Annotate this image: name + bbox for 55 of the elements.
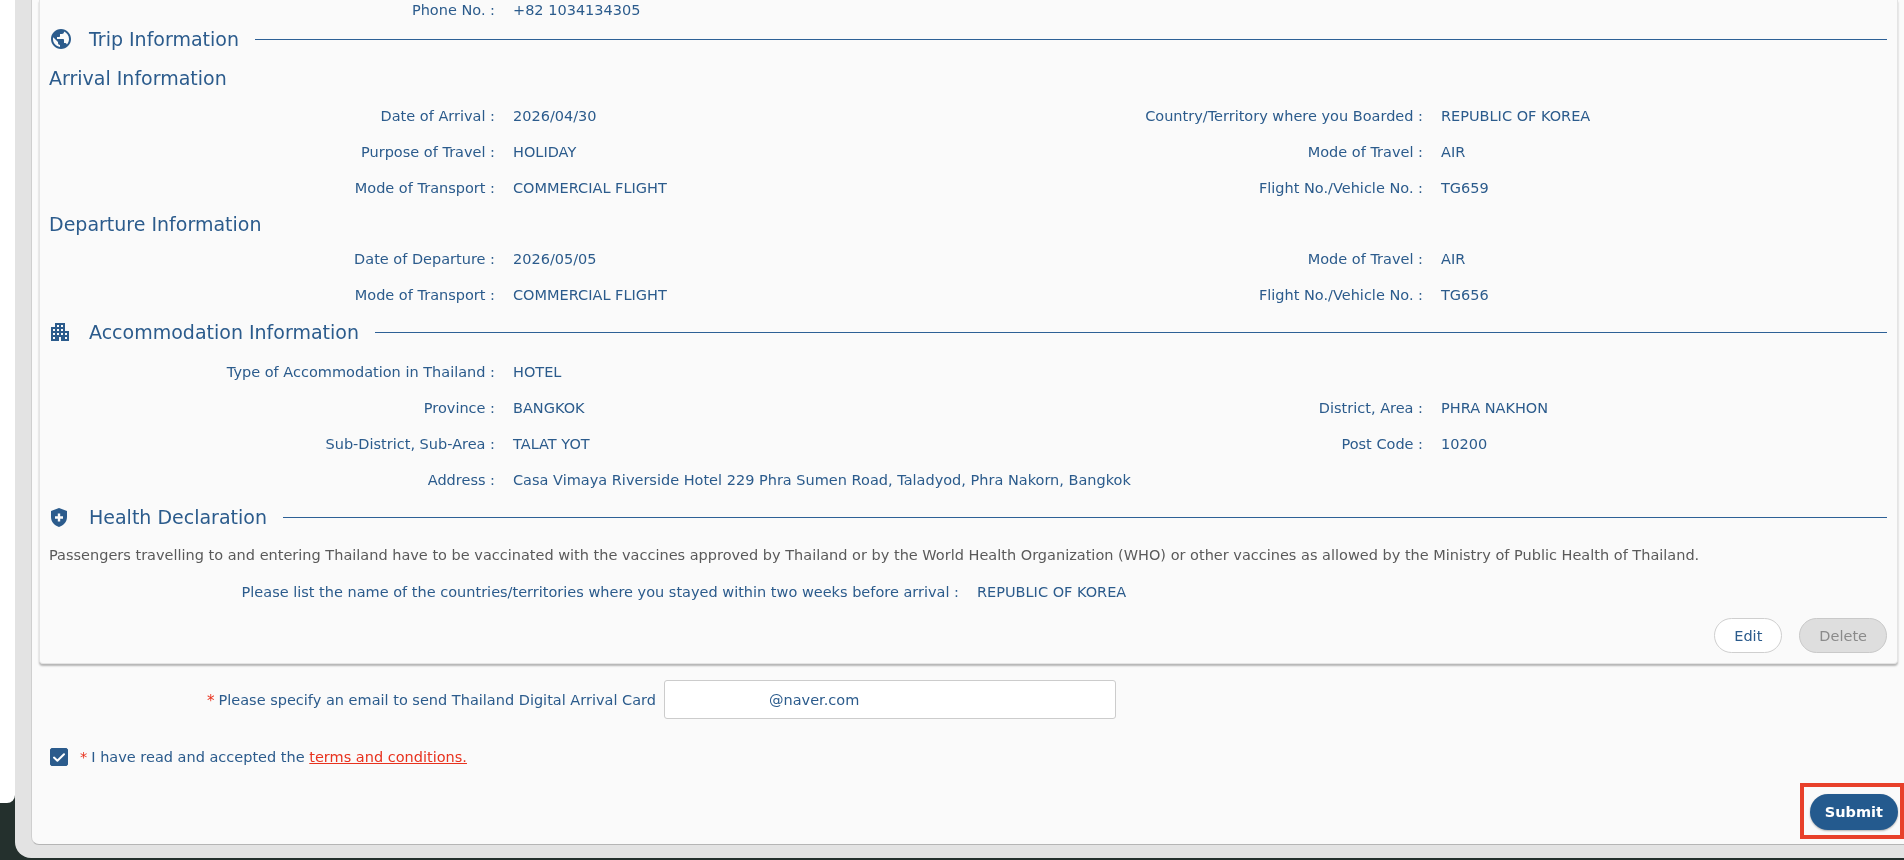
field-label: Province :: [423, 400, 495, 416]
field-value: TG659: [1441, 180, 1489, 196]
field-value: AIR: [1441, 144, 1466, 160]
field-label: Mode of Transport :: [354, 287, 495, 303]
terms-text: I have read and accepted the terms and conditions.: [91, 749, 467, 765]
globe-icon: [51, 29, 71, 49]
shield-plus-icon: [51, 507, 67, 527]
field-label: Post Code :: [1341, 436, 1423, 452]
submit-button[interactable]: Submit: [1809, 794, 1898, 830]
field-label: Flight No./Vehicle No. :: [1258, 287, 1423, 303]
field-label: Please list the name of the countries/territories where you stayed within two weeks before arrival :: [241, 584, 959, 600]
section-title: Trip Information: [89, 28, 239, 50]
email-label: Please specify an email to send Thailand Digital Arrival Card: [218, 691, 656, 708]
field-value: COMMERCIAL FLIGHT: [513, 287, 667, 303]
field-value: PHRA NAKHON: [1441, 400, 1549, 416]
field-label: Phone No. :: [411, 2, 495, 18]
field-label: Mode of Travel :: [1307, 251, 1423, 267]
terms-checkbox[interactable]: [50, 748, 68, 766]
field-label: Mode of Transport :: [354, 180, 495, 196]
group-title: Departure Information: [49, 212, 262, 235]
field-label: Flight No./Vehicle No. :: [1258, 180, 1423, 196]
field-label: Country/Territory where you Boarded :: [1145, 108, 1423, 124]
field-value: REPUBLIC OF KOREA: [977, 584, 1127, 600]
field-value: 2026/04/30: [513, 108, 597, 124]
email-field[interactable]: @naver.com: [664, 680, 1116, 719]
field-value: +82 1034134305: [513, 2, 641, 18]
field-label: Date of Departure :: [354, 251, 495, 267]
group-title: Arrival Information: [49, 67, 227, 89]
field-value: BANGKOK: [513, 400, 585, 416]
field-value: REPUBLIC OF KOREA: [1441, 108, 1591, 124]
field-value: TALAT YOT: [513, 436, 590, 452]
field-label: Date of Arrival :: [380, 108, 495, 124]
field-label: Mode of Travel :: [1307, 144, 1423, 160]
health-notice: Passengers travelling to and entering Thailand have to be vaccinated with the vaccines approved by Thailand or by the World Health Organization (WHO) or other vaccines as allowed by the Ministry of Public Health of Thailand.: [49, 547, 1700, 563]
checkmark-icon: [53, 752, 65, 762]
field-label: Type of Accommodation in Thailand :: [226, 364, 495, 380]
building-icon: [51, 323, 69, 341]
field-value: 2026/05/05: [513, 251, 597, 267]
field-value: TG656: [1441, 287, 1489, 303]
field-value: HOLIDAY: [513, 144, 577, 160]
field-label: Purpose of Travel :: [361, 144, 495, 160]
field-value: AIR: [1441, 251, 1466, 267]
section-title: Accommodation Information: [89, 321, 359, 343]
terms-link[interactable]: terms and conditions.: [309, 749, 467, 765]
field-value: HOTEL: [513, 364, 562, 380]
required-asterisk: *: [207, 694, 215, 709]
field-value: 10200: [1441, 436, 1488, 452]
field-value: Casa Vimaya Riverside Hotel 229 Phra Sumen Road, Taladyod, Phra Nakorn, Bangkok: [513, 472, 1131, 488]
field-label: District, Area :: [1318, 400, 1423, 416]
edit-button[interactable]: Edit: [1714, 618, 1783, 653]
field-value: COMMERCIAL FLIGHT: [513, 180, 667, 196]
section-title: Health Declaration: [89, 506, 267, 528]
field-label: Sub-District, Sub-Area :: [325, 436, 495, 452]
field-label: Address :: [427, 472, 495, 488]
required-asterisk: *: [80, 749, 88, 765]
